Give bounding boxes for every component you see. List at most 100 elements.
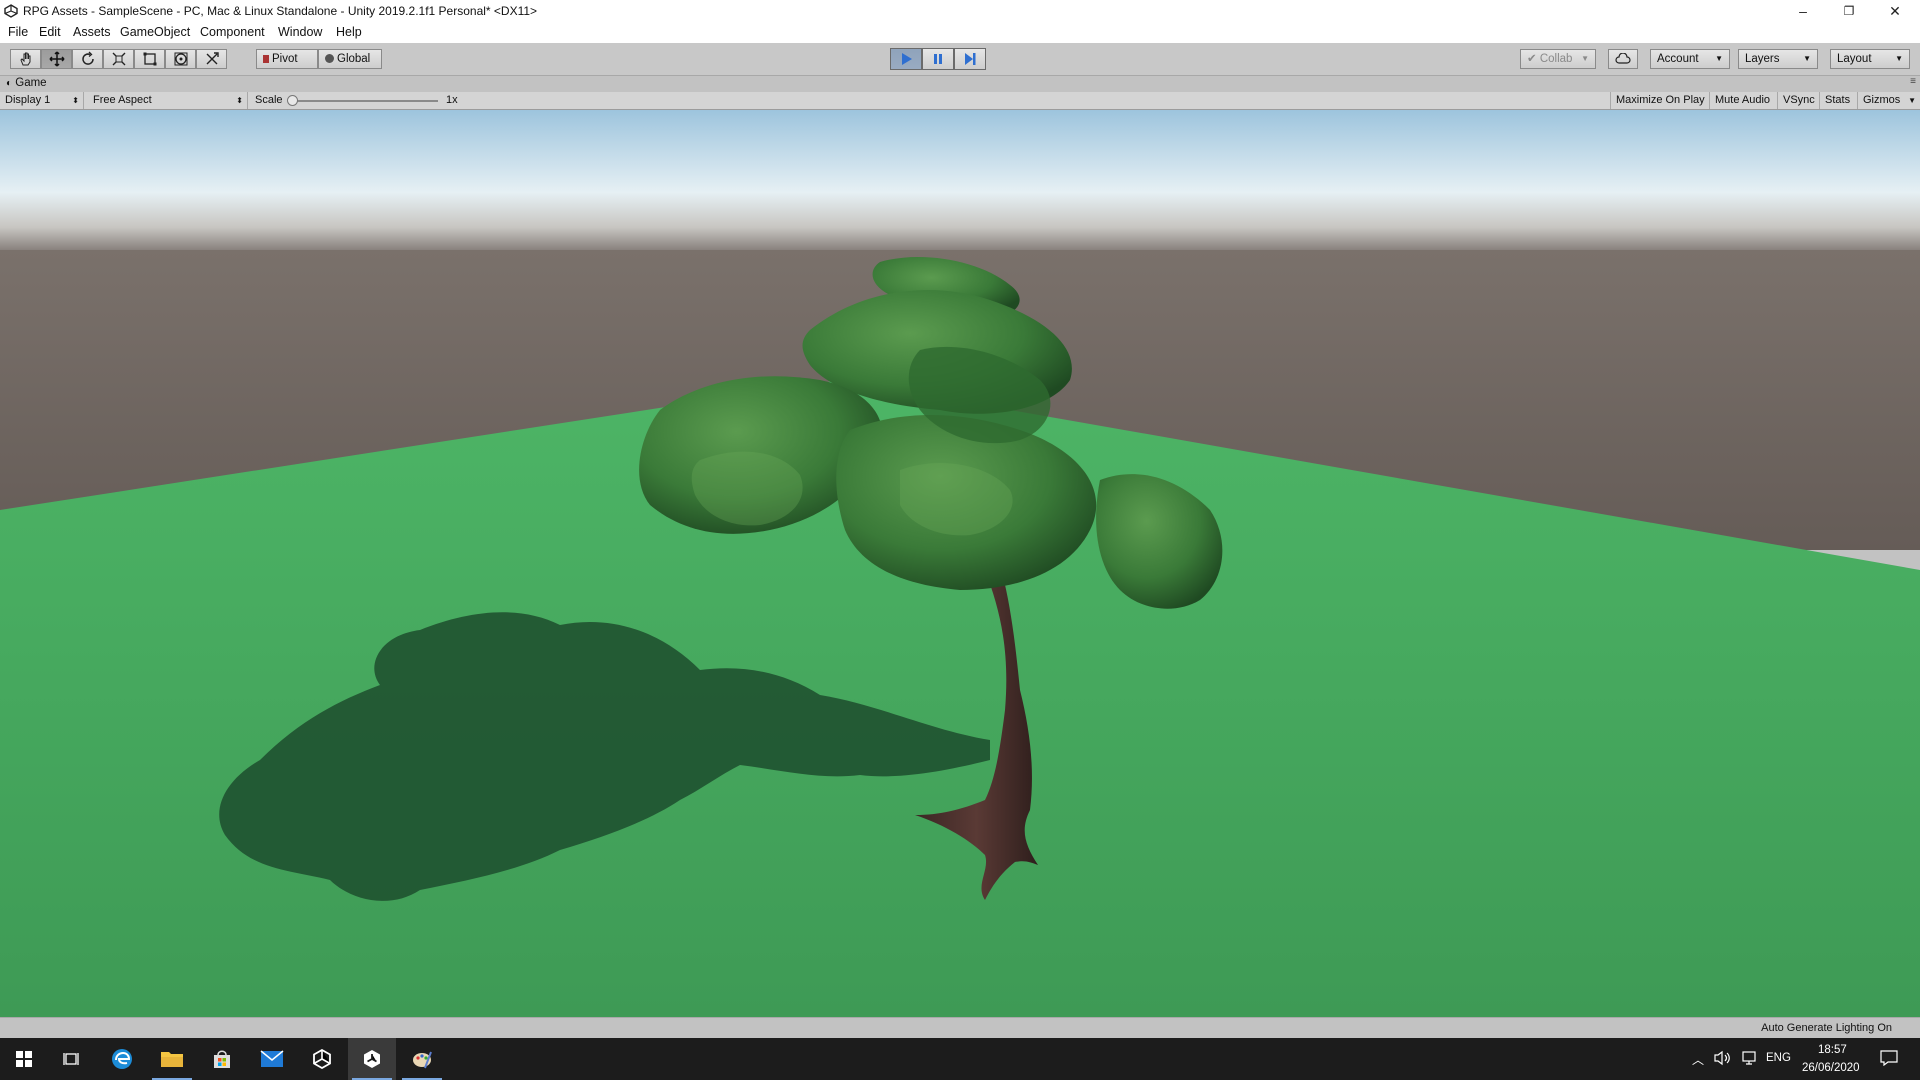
- game-view-toolbar: Display 1 ⬍ Free Aspect ⬍ Scale 1x Maxim…: [0, 92, 1920, 110]
- display-dropdown[interactable]: Display 1 ⬍: [0, 92, 84, 109]
- action-center-icon[interactable]: [1880, 1050, 1898, 1069]
- hand-tool-button[interactable]: [10, 49, 41, 69]
- step-button[interactable]: [954, 48, 986, 70]
- layout-label: Layout: [1837, 53, 1872, 65]
- paint-button[interactable]: [398, 1038, 446, 1080]
- gizmos-dropdown[interactable]: Gizmos ▼: [1858, 92, 1920, 109]
- vsync-toggle[interactable]: VSync: [1778, 92, 1820, 109]
- dropdown-arrow-icon: ▼: [1803, 54, 1811, 63]
- check-icon: ✔: [1527, 53, 1537, 65]
- rect-tool-icon: [143, 52, 156, 66]
- clock-time[interactable]: 18:57: [1818, 1044, 1847, 1056]
- collab-dropdown[interactable]: ✔ Collab ▼: [1520, 49, 1596, 69]
- layers-dropdown[interactable]: Layers ▼: [1738, 49, 1818, 69]
- layers-label: Layers: [1745, 53, 1780, 65]
- network-icon[interactable]: [1740, 1050, 1758, 1069]
- gizmos-label: Gizmos: [1863, 94, 1901, 106]
- dropdown-arrow-icon: ▼: [1581, 54, 1589, 63]
- pivot-toggle[interactable]: Pivot: [256, 49, 318, 69]
- mail-icon: [260, 1050, 284, 1067]
- scale-tool-icon: [112, 52, 125, 66]
- tab-game[interactable]: ◐ Game: [6, 77, 47, 89]
- unity-hub-button[interactable]: [298, 1038, 346, 1080]
- rotate-tool-icon: [81, 51, 94, 65]
- tab-game-label: Game: [15, 77, 47, 89]
- play-icon: [902, 53, 912, 65]
- task-view-icon: [63, 1053, 79, 1065]
- collab-label: Collab: [1539, 53, 1573, 65]
- minimize-button[interactable]: –: [1780, 0, 1826, 22]
- game-tab-header: ◐ Game ≡: [0, 76, 1920, 92]
- menu-file[interactable]: File: [8, 25, 28, 39]
- mail-button[interactable]: [248, 1038, 296, 1080]
- pause-button[interactable]: [922, 48, 954, 70]
- dropdown-arrow-icon: ⬍: [236, 96, 243, 105]
- tray-chevron-icon[interactable]: ︿: [1692, 1051, 1704, 1068]
- custom-tool-button[interactable]: [196, 49, 227, 69]
- sky: [0, 110, 1920, 260]
- game-viewport[interactable]: [0, 110, 1920, 1017]
- scene-render: [0, 110, 1920, 1017]
- menu-help[interactable]: Help: [336, 25, 362, 39]
- hand-tool-icon: [19, 52, 30, 66]
- panel-menu-icon[interactable]: ≡: [1910, 76, 1916, 87]
- windows-start-icon: [16, 1051, 32, 1067]
- menu-gameobject[interactable]: GameObject: [120, 25, 190, 39]
- title-bar: RPG Assets - SampleScene - PC, Mac & Lin…: [0, 0, 1920, 22]
- unity-logo-icon: [4, 4, 18, 18]
- language-indicator[interactable]: ENG: [1766, 1052, 1791, 1064]
- status-text: Auto Generate Lighting On: [1761, 1022, 1892, 1034]
- volume-icon[interactable]: [1714, 1050, 1732, 1069]
- custom-tool-icon: [206, 52, 219, 65]
- move-tool-button[interactable]: [41, 49, 72, 69]
- aspect-label: Free Aspect: [93, 94, 152, 106]
- global-label: Global: [337, 53, 371, 65]
- rotate-tool-button[interactable]: [72, 49, 103, 69]
- start-button[interactable]: [0, 1038, 48, 1080]
- step-icon: [965, 53, 976, 65]
- maximize-on-play-toggle[interactable]: Maximize On Play: [1610, 92, 1710, 109]
- edge-browser-button[interactable]: [98, 1038, 146, 1080]
- rect-tool-button[interactable]: [134, 49, 165, 69]
- menu-component[interactable]: Component: [200, 25, 265, 39]
- dropdown-arrow-icon: ▼: [1908, 96, 1916, 105]
- account-label: Account: [1657, 53, 1699, 65]
- scale-tool-button[interactable]: [103, 49, 134, 69]
- account-dropdown[interactable]: Account ▼: [1650, 49, 1730, 69]
- stats-toggle[interactable]: Stats: [1820, 92, 1858, 109]
- mute-audio-toggle[interactable]: Mute Audio: [1710, 92, 1778, 109]
- scale-value: 1x: [446, 94, 458, 106]
- menu-assets[interactable]: Assets: [73, 25, 111, 39]
- play-button[interactable]: [890, 48, 922, 70]
- scale-slider[interactable]: [290, 100, 438, 102]
- unity-editor-icon: [364, 1050, 380, 1068]
- window-title: RPG Assets - SampleScene - PC, Mac & Lin…: [23, 4, 538, 18]
- pivot-label: Pivot: [272, 53, 298, 65]
- store-button[interactable]: [198, 1038, 246, 1080]
- transform-tool-icon: [174, 52, 187, 66]
- dropdown-arrow-icon: ⬍: [72, 96, 79, 105]
- file-explorer-button[interactable]: [148, 1038, 196, 1080]
- windows-taskbar: ︿ ENG 18:57 26/06/2020: [0, 1038, 1920, 1080]
- scale-label: Scale: [255, 94, 283, 106]
- global-toggle[interactable]: Global: [318, 49, 382, 69]
- dropdown-arrow-icon: ▼: [1715, 54, 1723, 63]
- restore-button[interactable]: ❐: [1826, 0, 1872, 22]
- clock-date[interactable]: 26/06/2020: [1802, 1062, 1860, 1074]
- cloud-button[interactable]: [1608, 49, 1638, 69]
- unity-editor-button[interactable]: [348, 1038, 396, 1080]
- close-button[interactable]: ✕: [1872, 0, 1918, 22]
- layout-dropdown[interactable]: Layout ▼: [1830, 49, 1910, 69]
- pivot-icon: [263, 55, 269, 63]
- game-controller-icon: ◐: [6, 78, 13, 89]
- menu-edit[interactable]: Edit: [39, 25, 61, 39]
- transform-tool-button[interactable]: [165, 49, 196, 69]
- cloud-icon: [1615, 53, 1631, 64]
- move-tool-icon: [48, 51, 65, 67]
- menu-bar: File Edit Assets GameObject Component Wi…: [0, 22, 1920, 43]
- scale-slider-handle[interactable]: [287, 95, 298, 106]
- edge-browser-icon: [112, 1049, 132, 1069]
- menu-window[interactable]: Window: [278, 25, 322, 39]
- task-view-button[interactable]: [48, 1038, 96, 1080]
- aspect-dropdown[interactable]: Free Aspect ⬍: [88, 92, 248, 109]
